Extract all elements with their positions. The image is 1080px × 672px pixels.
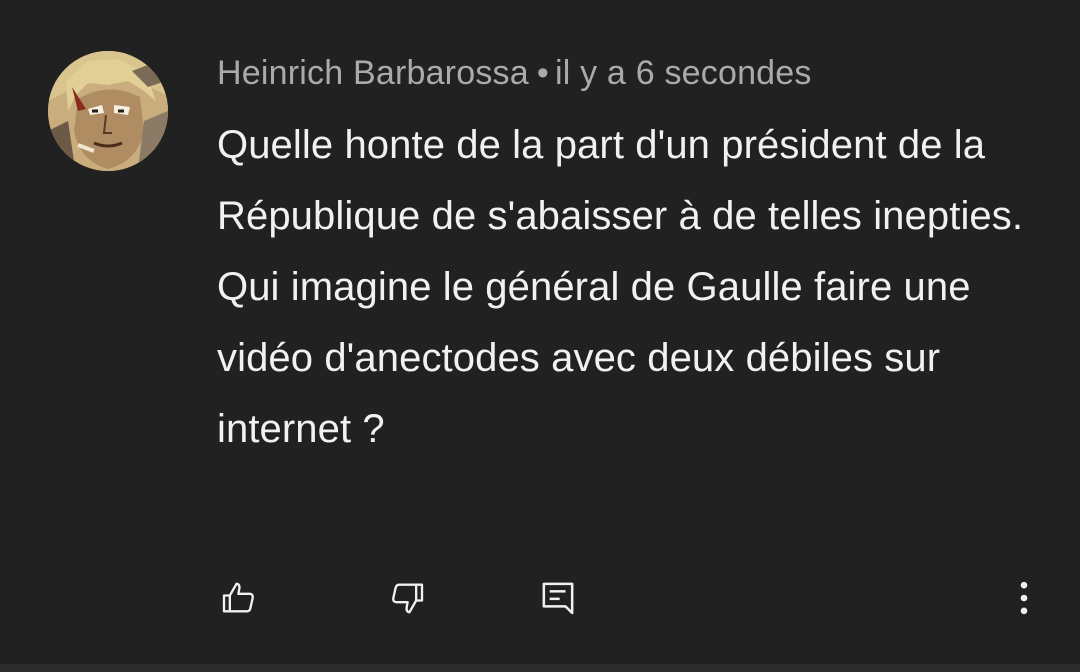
reply-button[interactable] [536,576,580,620]
thumbs-up-icon [222,582,254,613]
comment-paragraph: Qui imagine le général de Gaulle faire u… [217,265,971,451]
comment-text: Quelle honte de la part d'un président d… [217,110,1047,465]
comment-paragraph: Quelle honte de la part d'un président d… [217,123,1024,238]
comment-timestamp[interactable]: il y a 6 secondes [555,54,812,92]
author-name[interactable]: Heinrich Barbarossa [217,54,529,92]
separator-dot: • [536,54,549,92]
more-options-button[interactable] [1002,576,1046,620]
avatar[interactable] [48,51,168,171]
comment-header: Heinrich Barbarossa • il y a 6 secondes [217,54,812,93]
comment-actions [0,570,1080,626]
thumbs-down-icon [392,583,424,614]
more-vertical-icon [1020,581,1028,615]
like-button[interactable] [217,576,261,620]
comment-reply-icon [542,582,574,615]
dislike-button[interactable] [385,576,429,620]
divider [0,664,1080,672]
comment-item: Heinrich Barbarossa • il y a 6 secondes Qu… [0,0,1080,664]
avatar-image [48,51,168,171]
